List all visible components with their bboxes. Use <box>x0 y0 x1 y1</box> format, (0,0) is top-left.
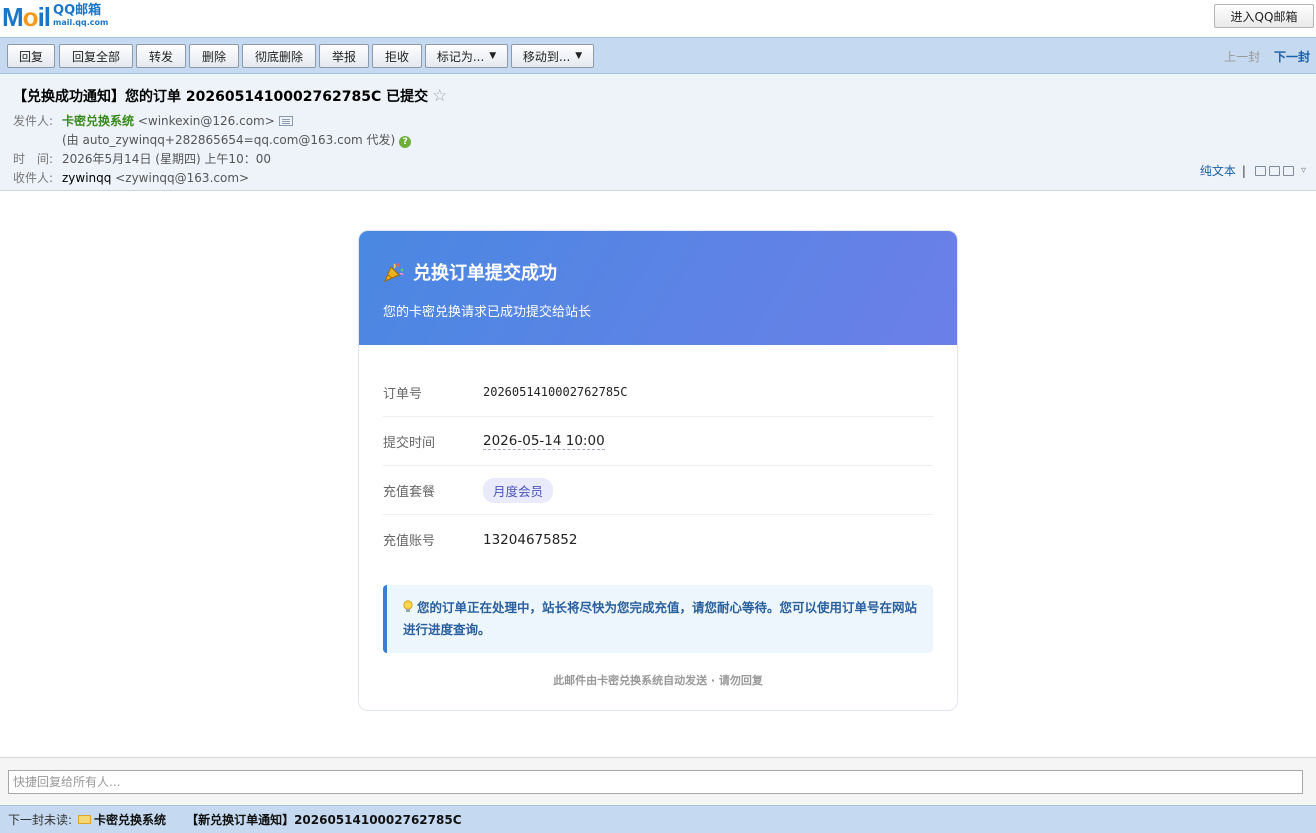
top-header: Moil QQ邮箱 mail.qq.com 进入QQ邮箱 <box>0 0 1316 37</box>
next-unread-bar: 下一封未读: 卡密兑换系统 【新兑换订单通知】20260514100027627… <box>0 805 1316 833</box>
logo-wordmark: Moil <box>2 2 51 32</box>
note-icon[interactable] <box>1254 165 1266 176</box>
logo-letter-m: M <box>2 2 24 32</box>
proxy-line: (由 auto_zywinqq+282865654=qq.com@163.com… <box>62 131 412 148</box>
chevron-down-icon: ▼ <box>575 51 583 61</box>
contact-card-icon[interactable] <box>278 116 293 126</box>
reply-button[interactable]: 回复 <box>7 44 55 68</box>
report-button[interactable]: 举报 <box>319 44 369 68</box>
account-row: 充值账号 13204675852 <box>383 515 933 564</box>
move-to-dropdown[interactable]: 移动到... ▼ <box>511 44 594 68</box>
order-details: 订单号 2026051410002762785C 提交时间 2026-05-14… <box>359 368 957 564</box>
logo-letters-il: il <box>37 2 51 32</box>
card-title: 兑换订单提交成功 <box>383 259 933 285</box>
qq-mail-logo[interactable]: Moil QQ邮箱 mail.qq.com <box>2 3 108 31</box>
account-label: 充值账号 <box>383 534 436 549</box>
order-number-label: 订单号 <box>383 386 423 402</box>
package-badge: 月度会员 <box>483 477 554 503</box>
logo-subtitle: QQ邮箱 mail.qq.com <box>53 3 109 29</box>
reply-all-button[interactable]: 回复全部 <box>59 44 133 68</box>
recipient-name[interactable]: zywinqq <box>62 171 111 185</box>
mail-toolbar: 回复 回复全部 转发 删除 彻底删除 举报 拒收 标记为... ▼ 移动到... ▼… <box>0 37 1316 74</box>
processing-notice: 您的订单正在处理中，站长将尽快为您完成充值，请您耐心等待。您可以使用订单号在网站… <box>383 585 933 653</box>
card-banner: 兑换订单提交成功 您的卡密兑换请求已成功提交给站长 <box>359 231 957 345</box>
package-row: 充值套餐 月度会员 <box>383 466 933 515</box>
print-icon[interactable] <box>1282 165 1294 176</box>
mail-subject: 【兑换成功通知】您的订单 2026051410002762785C 已提交 ☆ <box>13 86 447 106</box>
submit-time-label: 提交时间 <box>383 435 436 451</box>
proxy-note: (由 auto_zywinqq+282865654=qq.com@163.com… <box>62 133 396 147</box>
next-mail-link[interactable]: 下一封 <box>1274 50 1310 64</box>
submit-time-text[interactable]: 2026-05-14 10:00 <box>483 433 605 450</box>
delete-permanently-button[interactable]: 彻底删除 <box>242 44 316 68</box>
sender-line: 发件人: 卡密兑换系统 <winkexin@126.com> <box>13 112 293 129</box>
move-to-label: 移动到... <box>522 49 571 64</box>
mail-navigation: 上一封 下一封 <box>1224 48 1310 65</box>
card-title-text: 兑换订单提交成功 <box>413 263 557 284</box>
folder-icon[interactable] <box>1268 165 1280 176</box>
account-value: 13204675852 <box>483 531 578 548</box>
question-icon[interactable]: ? <box>399 136 412 148</box>
star-icon[interactable]: ☆ <box>432 86 447 106</box>
plain-text-link[interactable]: 纯文本 <box>1200 162 1236 179</box>
time-value: 2026年5月14日 (星期四) 上午10：00 <box>62 152 271 166</box>
time-line: 时 间: 2026年5月14日 (星期四) 上午10：00 <box>13 150 271 167</box>
recipient-email: <zywinqq@163.com> <box>115 171 250 185</box>
sender-email: <winkexin@126.com> <box>137 114 275 128</box>
mail-tools: 纯文本 | ▿ <box>1200 162 1306 179</box>
quick-reply-input[interactable] <box>8 770 1303 794</box>
prev-mail-link[interactable]: 上一封 <box>1224 50 1260 64</box>
logo-domain-text: mail.qq.com <box>53 18 109 27</box>
reject-button[interactable]: 拒收 <box>372 44 422 68</box>
envelope-icon <box>78 815 92 824</box>
sender-label: 发件人: <box>13 114 54 128</box>
quick-reply-area <box>0 757 1316 805</box>
sender-name[interactable]: 卡密兑换系统 <box>62 114 134 128</box>
package-label: 充值套餐 <box>383 484 436 500</box>
lightbulb-icon <box>403 600 413 612</box>
recipient-line: 收件人: zywinqq <zywinqq@163.com> <box>13 169 249 186</box>
recipient-label: 收件人: <box>13 171 54 185</box>
order-number-value: 2026051410002762785C <box>483 385 628 399</box>
order-card: 兑换订单提交成功 您的卡密兑换请求已成功提交给站长 订单号 2026051410… <box>358 230 958 711</box>
time-label: 时 间: <box>13 152 54 166</box>
card-subtitle: 您的卡密兑换请求已成功提交给站长 <box>383 305 592 320</box>
logo-letter-o: o <box>22 2 39 32</box>
tools-separator: | <box>1241 163 1246 178</box>
mail-header: 【兑换成功通知】您的订单 2026051410002762785C 已提交 ☆ … <box>0 74 1316 191</box>
order-number-row: 订单号 2026051410002762785C <box>383 368 933 417</box>
next-unread-label: 下一封未读: <box>8 813 73 827</box>
subject-text: 【兑换成功通知】您的订单 2026051410002762785C 已提交 <box>13 89 429 105</box>
chevron-down-icon: ▼ <box>489 51 497 61</box>
mark-as-label: 标记为... <box>436 49 485 64</box>
forward-button[interactable]: 转发 <box>136 44 186 68</box>
party-popper-icon <box>384 263 404 282</box>
submit-time-row: 提交时间 2026-05-14 10:00 <box>383 417 933 466</box>
next-unread-sender[interactable]: 卡密兑换系统 <box>94 811 166 828</box>
submit-time-value: 2026-05-14 10:00 <box>483 433 605 450</box>
enter-qq-mail-button[interactable]: 进入QQ邮箱 <box>1214 4 1314 28</box>
notice-text: 您的订单正在处理中，站长将尽快为您完成充值，请您耐心等待。您可以使用订单号在网站… <box>403 600 918 637</box>
mark-as-dropdown[interactable]: 标记为... ▼ <box>425 44 508 68</box>
expand-chevron-icon[interactable]: ▿ <box>1301 165 1306 176</box>
delete-button[interactable]: 删除 <box>189 44 239 68</box>
auto-sent-footer: 此邮件由卡密兑换系统自动发送 · 请勿回复 <box>553 674 763 687</box>
next-unread-subject[interactable]: 【新兑换订单通知】2026051410002762785C <box>186 811 461 828</box>
logo-cn-text: QQ邮箱 <box>53 3 102 18</box>
